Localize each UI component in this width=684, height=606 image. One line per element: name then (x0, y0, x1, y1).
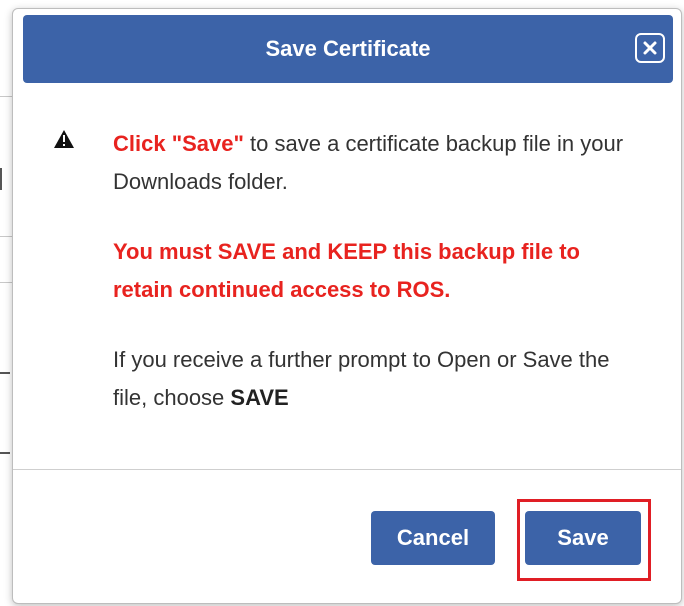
prompt-text: If you receive a further prompt to Open … (113, 341, 633, 417)
screen: Save Certificate Click "Save" to save a … (0, 0, 684, 606)
prompt-rest: If you receive a further prompt to Open … (113, 347, 610, 410)
prompt-strong: SAVE (230, 385, 289, 410)
background-mark (0, 372, 10, 374)
instruction-text: Click "Save" to save a certificate backu… (113, 125, 633, 201)
background-mark (0, 168, 2, 190)
dialog-titlebar: Save Certificate (23, 15, 673, 83)
dialog-title: Save Certificate (265, 36, 431, 61)
click-save-highlight: Click "Save" (113, 131, 244, 156)
warning-text: You must SAVE and KEEP this backup file … (113, 239, 580, 302)
save-certificate-dialog: Save Certificate Click "Save" to save a … (12, 8, 682, 604)
background-divider (0, 96, 12, 97)
footer-divider (13, 469, 681, 470)
background-divider (0, 236, 12, 237)
cancel-button[interactable]: Cancel (371, 511, 495, 565)
warning-triangle-icon (54, 130, 74, 148)
close-icon (643, 41, 657, 55)
background-divider (0, 282, 12, 283)
save-button[interactable]: Save (525, 511, 641, 565)
dialog-body: Click "Save" to save a certificate backu… (53, 125, 633, 417)
close-button[interactable] (635, 33, 665, 63)
background-mark (0, 452, 10, 454)
